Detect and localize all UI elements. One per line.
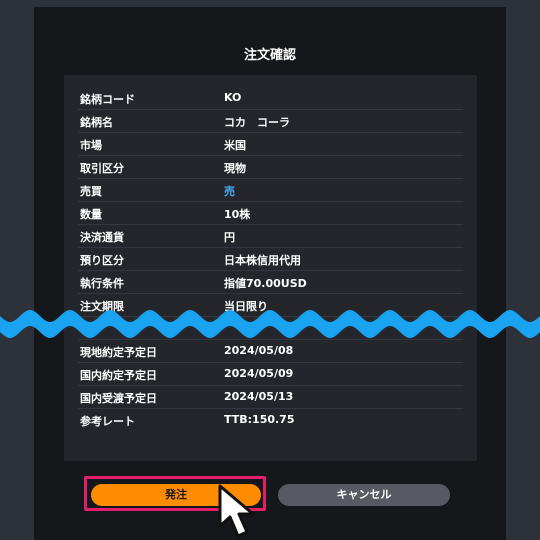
row-value: 現物 [224, 162, 246, 175]
row-label: 市場 [80, 139, 102, 152]
row-settlement-currency: 決済通貨 円 [78, 224, 463, 248]
row-market: 市場 米国 [78, 132, 463, 156]
row-custody-type: 預り区分 日本株信用代用 [78, 247, 463, 271]
order-details-table: 銘柄コード KO 銘柄名 コカ コーラ 市場 米国 取引区分 現物 売買 売 数… [64, 75, 477, 461]
row-label: 決済通貨 [80, 231, 124, 244]
row-value: コカ コーラ [224, 116, 290, 129]
row-value: 円 [224, 231, 235, 244]
row-label: 数量 [80, 208, 102, 221]
row-value: 10株 [224, 208, 251, 221]
row-label: 国内受渡予定日 [80, 392, 157, 405]
row-label: 国内約定予定日 [80, 369, 157, 382]
mouse-pointer-icon [218, 484, 255, 538]
row-buy-sell: 売買 売 [78, 178, 463, 202]
row-value: 米国 [224, 139, 246, 152]
row-label: 取引区分 [80, 162, 124, 175]
row-symbol-name: 銘柄名 コカ コーラ [78, 109, 463, 133]
row-label: 参考レート [80, 415, 135, 428]
wave-divider [0, 310, 540, 338]
dialog-title: 注文確認 [243, 48, 296, 63]
row-label: 執行条件 [80, 277, 124, 290]
row-reference-rate: 参考レート TTB:150.75 [78, 408, 463, 431]
row-label: 預り区分 [80, 254, 124, 267]
row-value: 売 [224, 185, 235, 198]
row-value: TTB:150.75 [224, 413, 295, 426]
row-label: 銘柄コード [80, 93, 135, 106]
row-execution-condition: 執行条件 指値70.00USD [78, 270, 463, 294]
row-domestic-trade-date: 国内約定予定日 2024/05/09 [78, 362, 463, 386]
row-quantity: 数量 10株 [78, 201, 463, 225]
row-domestic-settlement-date: 国内受渡予定日 2024/05/13 [78, 385, 463, 409]
row-label: 売買 [80, 185, 102, 198]
cancel-button[interactable]: キャンセル [278, 484, 450, 506]
row-value: 2024/05/13 [224, 390, 294, 403]
order-confirmation-dialog: 注文確認 銘柄コード KO 銘柄名 コカ コーラ 市場 米国 取引区分 現物 売… [34, 7, 506, 540]
row-value: 指値70.00USD [224, 277, 307, 290]
row-label: 銘柄名 [80, 116, 113, 129]
row-value: 日本株信用代用 [224, 254, 301, 267]
row-value: 2024/05/09 [224, 367, 294, 380]
row-value: KO [224, 91, 242, 104]
row-trade-type: 取引区分 現物 [78, 155, 463, 179]
row-symbol-code: 銘柄コード KO [78, 86, 463, 110]
